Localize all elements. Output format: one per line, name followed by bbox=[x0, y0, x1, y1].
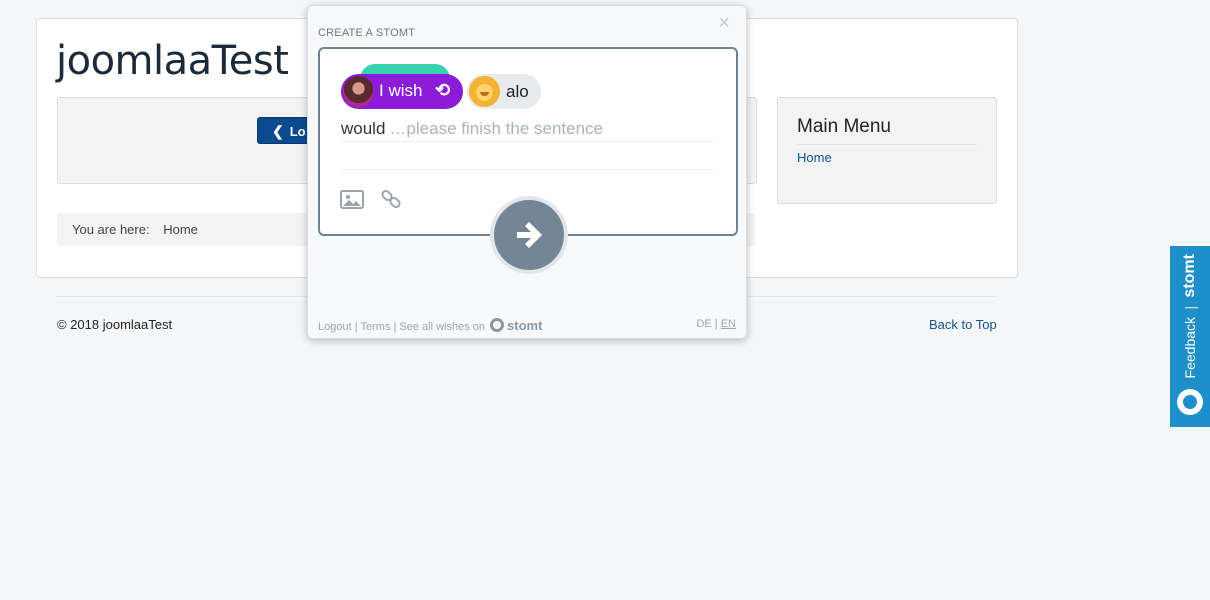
swap-icon[interactable]: ⟲ bbox=[435, 80, 450, 101]
sentence-input[interactable]: would …please finish the sentence bbox=[341, 119, 713, 142]
stomt-ring-icon bbox=[490, 318, 505, 332]
breadcrumb-home: Home bbox=[163, 222, 198, 237]
popup-footer: Logout | Terms | See all wishes on stomt bbox=[318, 318, 542, 333]
see-all-wishes-link[interactable]: See all wishes on bbox=[399, 321, 485, 333]
logout-label: Lo bbox=[289, 124, 306, 139]
user-avatar bbox=[343, 76, 374, 107]
stomt-popup: × CREATE A STOMT I wish ⟲ alo would …plea… bbox=[307, 5, 747, 339]
feedback-tab[interactable]: Feedback | stomt bbox=[1170, 246, 1210, 427]
main-menu-module: Main Menu Home bbox=[777, 97, 997, 204]
copyright: © 2018 joomlaaTest bbox=[57, 317, 173, 332]
arrow-right-icon bbox=[517, 222, 542, 248]
close-icon[interactable]: × bbox=[718, 12, 730, 35]
target-pill[interactable]: alo bbox=[467, 74, 541, 109]
image-icon[interactable] bbox=[340, 190, 364, 209]
lang-de[interactable]: DE bbox=[696, 318, 711, 330]
stomt-brand-logo[interactable]: stomt bbox=[490, 318, 542, 333]
footer-sep-2: | bbox=[393, 321, 397, 333]
wish-label: I wish bbox=[379, 81, 423, 100]
site-title[interactable]: joomlaaTest bbox=[56, 38, 289, 84]
chevron-left-icon: ❮ bbox=[272, 123, 284, 139]
feedback-label: Feedback bbox=[1182, 316, 1198, 379]
footer-sep-1: | bbox=[354, 321, 358, 333]
wish-toggle[interactable]: I wish ⟲ bbox=[341, 74, 463, 109]
input-divider bbox=[341, 169, 713, 170]
lion-avatar-icon bbox=[469, 76, 500, 107]
target-name: alo bbox=[506, 82, 529, 101]
back-to-top-link[interactable]: Back to Top bbox=[929, 317, 997, 332]
breadcrumb-prefix: You are here: bbox=[72, 222, 150, 237]
stomt-logo-icon bbox=[1177, 389, 1203, 415]
terms-link[interactable]: Terms bbox=[360, 321, 390, 333]
link-icon[interactable] bbox=[380, 188, 402, 210]
logout-link[interactable]: Logout bbox=[318, 321, 352, 333]
feedback-separator: | bbox=[1182, 305, 1198, 310]
menu-item-home[interactable]: Home bbox=[797, 150, 832, 165]
language-switch: DE | EN bbox=[696, 318, 736, 330]
sentence-placeholder: …please finish the sentence bbox=[389, 119, 604, 138]
submit-button[interactable] bbox=[490, 196, 568, 274]
feedback-brand: stomt bbox=[1181, 254, 1198, 298]
lang-en[interactable]: EN bbox=[721, 318, 736, 330]
feedback-tab-text: Feedback | stomt bbox=[1181, 254, 1199, 378]
lang-separator: | bbox=[714, 318, 718, 330]
sentence-start: would bbox=[341, 119, 386, 138]
menu-title: Main Menu bbox=[797, 116, 977, 145]
popup-heading: CREATE A STOMT bbox=[318, 27, 416, 39]
